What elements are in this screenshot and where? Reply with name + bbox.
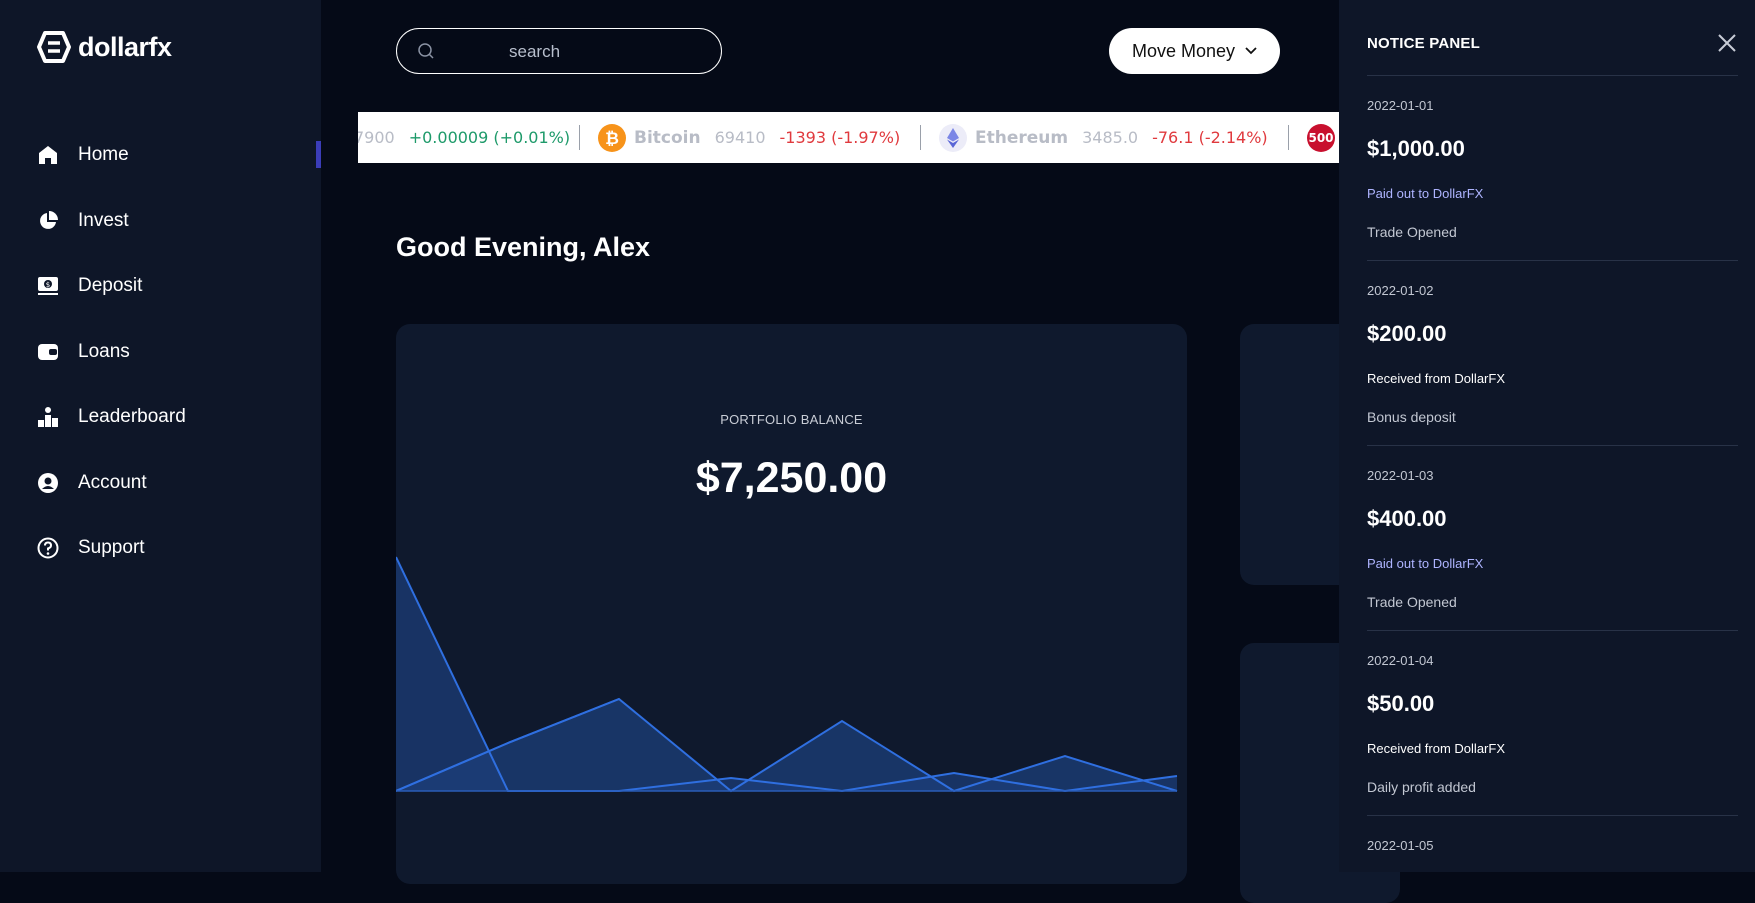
price-ticker: 7900 +0.00009 (+0.01%) ₿ Bitcoin 69410 -… [358,112,1339,163]
divider [1367,445,1738,446]
notice-type: Received from DollarFX [1367,371,1505,386]
ticker-price: 7900 [358,128,395,147]
nav-label: Loans [78,341,130,362]
ticker-name: Ethereum [975,127,1069,148]
ethereum-icon [939,123,967,152]
notice-amount: $200.00 [1367,321,1447,346]
nav-label: Home [78,144,129,165]
greeting: Good Evening, Alex [396,232,651,262]
ticker-price: 3485.0 [1082,128,1139,147]
notice-panel-title: NOTICE PANEL [1367,35,1480,52]
ticker-divider [920,125,921,150]
notice-date: 2022-01-05 [1367,838,1434,853]
divider [1367,260,1738,261]
user-circle-icon [36,471,60,495]
move-money-button[interactable]: Move Money [1109,28,1280,74]
svg-text:$: $ [46,281,50,289]
nav-item-invest[interactable]: Invest [36,209,129,233]
notice-amount: $50.00 [1367,691,1435,716]
nav-label: Account [78,472,147,493]
portfolio-card: PORTFOLIO BALANCE $7,250.00 [396,324,1187,884]
search-input[interactable]: search [396,28,722,74]
notice-date: 2022-01-02 [1367,283,1434,298]
ticker-item-sp500[interactable]: 500 [1307,112,1335,163]
nav-item-account[interactable]: Account [36,471,147,495]
notice-amount: $1,000.00 [1367,136,1465,161]
notice-note: Trade Opened [1367,224,1457,240]
svg-text:₿: ₿ [605,129,619,149]
bitcoin-icon: ₿ [598,123,626,152]
brand-name: dollarfx [78,31,172,62]
ticker-item-ethereum[interactable]: Ethereum 3485.0 -76.1 (-2.14%) [939,112,1268,163]
nav-item-deposit[interactable]: $ Deposit [36,274,142,298]
ticker-price: 69410 [714,128,766,147]
nav-item-home[interactable]: Home [36,143,129,167]
notice-date: 2022-01-01 [1367,98,1434,113]
notice-type: Received from DollarFX [1367,741,1505,756]
move-money-label: Move Money [1131,40,1236,61]
search-icon [417,42,435,65]
dollarfx-logo-icon [37,31,71,63]
active-nav-indicator [316,141,321,168]
notice-date: 2022-01-03 [1367,468,1434,483]
series-b-area [396,699,1177,791]
nav-label: Invest [78,210,129,231]
sp500-badge-icon: 500 [1307,123,1335,152]
help-icon [36,536,60,560]
sidebar: dollarfx Home Invest $ Deposit Loans Lea… [0,0,321,872]
notice-panel: NOTICE PANEL 2022-01-01 $1,000.00 Paid o… [1339,0,1755,872]
nav-label: Support [78,537,145,558]
divider [1367,815,1738,816]
ticker-item-bitcoin[interactable]: ₿ Bitcoin 69410 -1393 (-1.97%) [598,112,900,163]
nav-item-leaderboard[interactable]: Leaderboard [36,405,186,429]
divider [1367,630,1738,631]
wallet-icon [36,340,60,364]
notice-type: Paid out to DollarFX [1367,186,1484,201]
ticker-name: Bitcoin [634,127,701,148]
podium-icon [36,405,60,429]
notice-type: Paid out to DollarFX [1367,556,1484,571]
ticker-change: -76.1 (-2.14%) [1152,128,1268,147]
ticker-change: +0.00009 (+0.01%) [408,128,571,147]
notice-date: 2022-01-04 [1367,653,1434,668]
ticker-divider [1288,125,1289,150]
ticker-change: -1393 (-1.97%) [779,128,901,147]
brand-logo[interactable]: dollarfx [36,30,172,64]
notice-note: Trade Opened [1367,594,1457,610]
notice-amount: $400.00 [1367,506,1447,531]
nav-label: Leaderboard [78,406,186,427]
nav-item-loans[interactable]: Loans [36,340,130,364]
chevron-down-icon [1245,47,1257,55]
ticker-item[interactable]: 7900 +0.00009 (+0.01%) [358,112,570,163]
money-icon: $ [36,274,60,298]
home-icon [36,143,60,167]
notice-note: Bonus deposit [1367,409,1456,425]
nav-item-support[interactable]: Support [36,536,145,560]
divider [1367,75,1738,76]
portfolio-chart [396,556,1178,793]
ticker-divider [579,125,580,150]
pie-chart-icon [36,209,60,233]
close-icon[interactable] [1717,33,1737,53]
notice-note: Daily profit added [1367,779,1476,795]
nav-label: Deposit [78,275,143,296]
search-placeholder: search [509,42,561,61]
